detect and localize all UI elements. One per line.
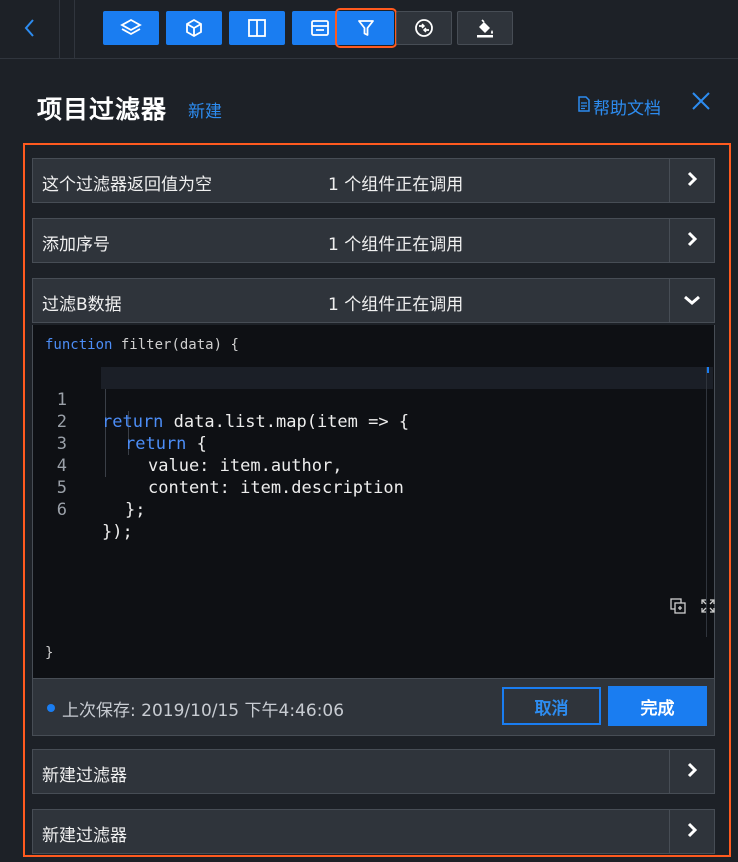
cube-button[interactable] [166,11,222,45]
function-signature: function filter(data) { [45,337,239,353]
code-line: 6 }); [33,477,716,542]
filter-name: 添加序号 [42,235,110,255]
filter-name: 新建过滤器 [42,826,127,846]
last-saved-text: 上次保存: 2019/10/15 下午4:46:06 [62,701,345,721]
sync-icon [413,17,435,39]
expand-toggle[interactable] [669,750,714,793]
expand-toggle[interactable] [669,219,714,262]
toolbar-button-group [74,0,738,59]
top-toolbar [0,0,738,59]
card-icon [310,18,330,38]
help-docs-label: 帮助文档 [593,99,661,119]
code-line: 5 }; [33,455,716,520]
filter-row-expanded[interactable]: 过滤B数据 1 个组件正在调用 [32,278,715,323]
filter-usage: 1 个组件正在调用 [328,235,464,255]
code-line: 3 value: item.author, [33,411,716,476]
expand-icon [700,598,716,618]
function-keyword: function [45,337,113,353]
filter-button[interactable] [335,8,397,48]
filter-icon [356,18,376,38]
code-area[interactable]: 1 return data.list.map(item => { 2 retur… [33,367,716,632]
copy-button[interactable] [669,598,687,618]
panel-header: 项目过滤器 新建 帮助文档 [0,60,738,142]
line-number: 6 [56,500,67,520]
paint-bucket-button[interactable] [457,11,513,45]
filter-name: 过滤B数据 [42,295,122,315]
cube-icon [184,18,204,38]
chevron-right-icon [686,822,698,842]
copy-icon [670,598,686,618]
done-button[interactable]: 完成 [608,686,707,726]
layers-button[interactable] [103,11,159,45]
save-bar: 上次保存: 2019/10/15 下午4:46:06 取消 完成 [32,678,715,736]
filter-name: 这个过滤器返回值为空 [42,175,212,195]
back-button[interactable] [0,0,60,59]
code-text: }); [102,522,133,542]
filter-usage: 1 个组件正在调用 [328,295,464,315]
filter-usage: 1 个组件正在调用 [328,175,464,195]
chevron-left-icon [23,17,37,43]
close-button[interactable] [688,90,714,116]
sync-button[interactable] [396,11,452,45]
help-docs-link[interactable]: 帮助文档 [577,94,661,119]
new-filter-link[interactable]: 新建 [188,97,222,122]
function-signature-text: filter(data) { [112,337,239,353]
filter-row[interactable]: 新建过滤器 [32,809,715,854]
paint-bucket-icon [474,17,496,39]
columns-icon [247,18,267,38]
filter-row[interactable]: 新建过滤器 [32,749,715,794]
layers-icon [120,18,142,38]
status-dot [47,704,55,712]
collapse-toggle[interactable] [669,279,714,322]
code-editor[interactable]: function filter(data) { 1 return data.li… [32,325,715,678]
close-icon [691,91,711,115]
cancel-button[interactable]: 取消 [502,687,601,725]
document-icon [577,96,591,117]
code-line: 4 content: item.description [33,433,716,498]
code-line: 1 return data.list.map(item => { [33,367,716,432]
chevron-right-icon [686,762,698,782]
chevron-right-icon [686,231,698,251]
columns-button[interactable] [229,11,285,45]
fullscreen-button[interactable] [699,599,717,617]
filter-name: 新建过滤器 [42,766,127,786]
filter-list-panel: 这个过滤器返回值为空 1 个组件正在调用 添加序号 1 个组件正在调用 过滤B数… [23,143,731,857]
chevron-down-icon [683,291,701,310]
page-title: 项目过滤器 [37,95,168,124]
editor-scrollbar[interactable] [706,367,707,637]
code-text: }; [125,500,146,520]
function-closing-brace: } [45,645,54,661]
expand-toggle[interactable] [669,810,714,853]
code-line: 2 return { [33,389,716,454]
chevron-right-icon [686,171,698,191]
filter-row[interactable]: 这个过滤器返回值为空 1 个组件正在调用 [32,158,715,203]
filter-row[interactable]: 添加序号 1 个组件正在调用 [32,218,715,263]
expand-toggle[interactable] [669,159,714,202]
